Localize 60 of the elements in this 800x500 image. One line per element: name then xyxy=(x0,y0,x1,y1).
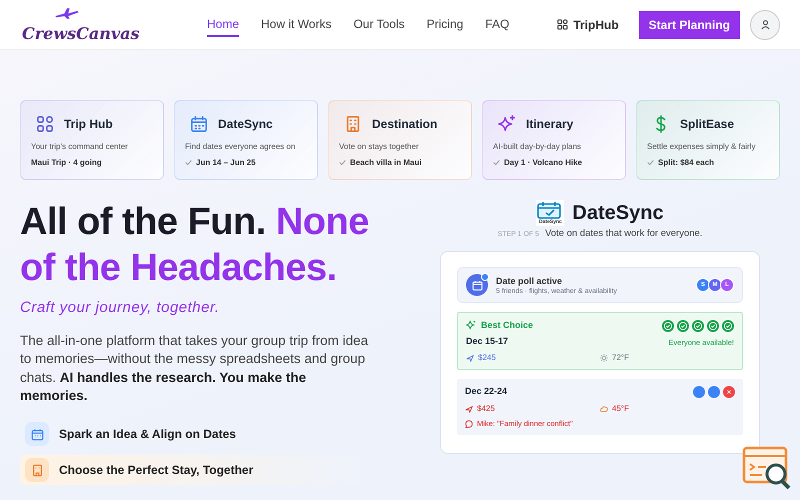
profile-button[interactable] xyxy=(750,10,780,40)
grid-icon xyxy=(557,19,568,30)
card-title: Itinerary xyxy=(526,117,574,131)
sparkle-icon xyxy=(466,320,476,330)
feature-item[interactable]: Spark an Idea & Align on Dates xyxy=(20,419,370,450)
triphub-link[interactable]: TripHub xyxy=(557,18,619,32)
card-status: Maui Trip · 4 going xyxy=(31,158,102,167)
card-subtitle: Settle expenses simply & fairly xyxy=(647,142,756,151)
person-icon xyxy=(760,19,770,30)
grid-icon xyxy=(36,115,54,133)
step-description: Vote on dates that work for everyone. xyxy=(545,228,702,239)
nav-link[interactable]: Home xyxy=(207,12,240,36)
card-subtitle: AI-built day-by-day plans xyxy=(493,142,582,151)
card-subtitle: Find dates everyone agrees on xyxy=(185,142,296,151)
date-range: Dec 15-17 xyxy=(466,336,510,346)
tool-card[interactable]: SplitEase Settle expenses simply & fairly Split: $84 each xyxy=(636,100,780,180)
card-subtitle: Vote on stays together xyxy=(339,142,420,151)
tool-card[interactable]: Trip Hub Your trip's command center Maui Trip · 4 going xyxy=(20,100,164,180)
hero-title: All of the Fun. None of the Headaches. xyxy=(20,200,370,291)
start-planning-button[interactable]: Start Planning xyxy=(638,10,740,38)
plane-icon xyxy=(466,354,474,362)
tool-card[interactable]: Destination Vote on stays together Beach villa in Maui xyxy=(328,100,472,180)
temperature: 45°F xyxy=(612,404,629,413)
cloud-icon xyxy=(600,404,608,412)
card-status: Jun 14 – Jun 25 xyxy=(196,158,256,167)
card-title: SplitEase xyxy=(680,117,734,131)
card-status: Beach villa in Maui xyxy=(350,158,422,167)
speech-bubble-icon xyxy=(465,420,473,428)
card-status: Day 1 · Volcano Hike xyxy=(504,158,582,167)
tool-card[interactable]: Itinerary AI-built day-by-day plans Day 1 · Volcano Hike xyxy=(482,100,626,180)
nav-link[interactable]: How it Works xyxy=(261,12,332,36)
card-subtitle: Your trip's command center xyxy=(31,142,129,151)
plane-icon xyxy=(54,6,80,20)
hero-description: The all-in-one platform that takes your group trip from idea to memories—without the messy spreadsheets and group chats. AI handles the research. You make the memories. xyxy=(20,332,370,405)
date-range: Dec 22-24 xyxy=(465,386,508,396)
tagline: Craft your journey, together. xyxy=(20,299,221,316)
nav-link[interactable]: FAQ xyxy=(485,12,510,36)
flight-price: $245 xyxy=(478,353,496,362)
temperature: 72°F xyxy=(612,353,629,362)
demo-title: DateSync xyxy=(572,202,664,224)
card-title: Trip Hub xyxy=(64,117,113,131)
support-widget-icon[interactable] xyxy=(742,446,792,490)
tool-card[interactable]: DateSync Find dates everyone agrees on Jun 14 – Jun 25 xyxy=(174,100,318,180)
flight-price: $425 xyxy=(477,404,495,413)
card-status: Split: $84 each xyxy=(658,158,714,167)
calendar-icon xyxy=(190,115,208,133)
calendar-icon xyxy=(466,274,488,296)
poll-title: Date poll active xyxy=(496,276,564,286)
calendar-icon xyxy=(25,422,49,446)
sparkle-icon xyxy=(498,115,516,133)
card-title: Destination xyxy=(372,117,438,131)
card-title: DateSync xyxy=(218,117,273,131)
nav-link[interactable]: Pricing xyxy=(426,12,464,36)
best-choice-label: Best Choice xyxy=(481,320,534,330)
brand-logo[interactable]: CrewsCanvas xyxy=(20,6,170,42)
nav-link[interactable]: Our Tools xyxy=(353,12,405,36)
plane-icon xyxy=(465,404,473,412)
building-icon xyxy=(25,458,49,482)
sun-icon xyxy=(600,354,608,362)
building-icon xyxy=(344,115,362,133)
